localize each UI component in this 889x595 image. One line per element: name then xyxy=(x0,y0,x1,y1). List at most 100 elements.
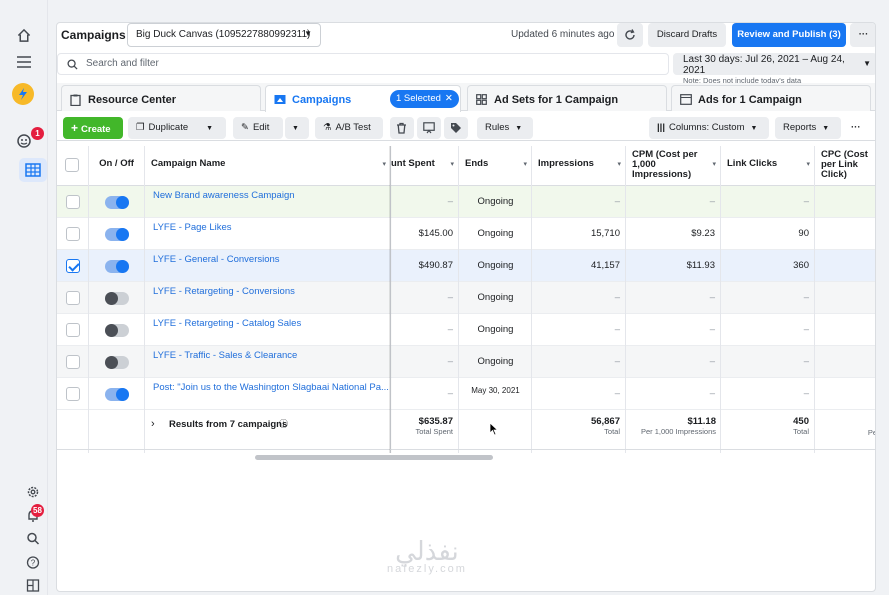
cell-ends: May 30, 2021 xyxy=(471,386,520,395)
header-link-clicks[interactable]: Link Clicks ▾ xyxy=(721,146,814,186)
close-icon[interactable]: ✕ xyxy=(445,93,453,104)
campaign-toggle[interactable] xyxy=(105,388,129,401)
row-checkbox[interactable] xyxy=(66,259,80,273)
cell-cpm: – xyxy=(709,324,715,335)
actions-toolbar: + Create ❐ Duplicate ▼ ✎ Edit ▼ ⚗ A/B Test Ru… xyxy=(57,115,875,141)
select-all-checkbox[interactable] xyxy=(65,158,79,172)
delete-button[interactable] xyxy=(390,117,414,139)
mouse-cursor-icon xyxy=(489,422,499,436)
row-checkbox[interactable] xyxy=(66,323,80,337)
row-checkbox[interactable] xyxy=(66,355,80,369)
totals-row: › Results from 7 campaigns ⓘ $635.87 Tot… xyxy=(57,410,875,450)
notifications-icon[interactable] xyxy=(16,133,32,152)
campaign-name-link[interactable]: LYFE - General - Conversions xyxy=(147,250,389,282)
columns-button[interactable]: ||| Columns: Custom ▼ xyxy=(649,117,769,139)
discard-drafts-button[interactable]: Discard Drafts xyxy=(648,23,726,47)
notifications-badge: 1 xyxy=(31,127,44,140)
tab-ad-sets[interactable]: Ad Sets for 1 Campaign xyxy=(467,85,667,111)
campaign-name-link[interactable]: Post: "Join us to the Washington Slagbaa… xyxy=(147,378,389,410)
account-selector[interactable]: Big Duck Canvas (1095227880992311) ▼ xyxy=(127,23,321,47)
cell-ends: Ongoing xyxy=(477,260,514,271)
row-checkbox[interactable] xyxy=(66,291,80,305)
refresh-button[interactable] xyxy=(617,23,643,47)
more-options-button[interactable]: ··· xyxy=(850,23,875,47)
settings-gear-icon[interactable] xyxy=(26,485,40,502)
rules-button[interactable]: Rules ▼ xyxy=(477,117,533,139)
header-label: Ends xyxy=(465,158,489,169)
total-clicks: 450 Total xyxy=(721,416,809,436)
cell-ends: Ongoing xyxy=(477,196,514,207)
row-checkbox[interactable] xyxy=(66,195,80,209)
header-impressions[interactable]: Impressions ▾ xyxy=(532,146,625,186)
home-icon[interactable] xyxy=(17,28,32,46)
cell-clicks: – xyxy=(803,356,809,367)
campaign-name-link[interactable]: LYFE - Retargeting - Conversions xyxy=(147,282,389,314)
create-button[interactable]: + Create xyxy=(63,117,123,139)
campaign-toggle[interactable] xyxy=(105,356,129,369)
total-spent-value: $635.87 xyxy=(418,416,453,427)
horizontal-scrollbar[interactable] xyxy=(255,455,493,460)
info-icon[interactable]: ⓘ xyxy=(279,417,288,430)
tab-ads[interactable]: Ads for 1 Campaign xyxy=(671,85,871,111)
total-cpc: Pe xyxy=(815,416,875,437)
cell-impressions: 41,157 xyxy=(590,260,620,271)
header-onoff[interactable]: On / Off xyxy=(89,146,144,186)
preview-button[interactable] xyxy=(417,117,441,139)
campaign-name-link[interactable]: LYFE - Traffic - Sales & Clearance xyxy=(147,346,389,378)
campaign-toggle[interactable] xyxy=(105,292,129,305)
review-publish-button[interactable]: Review and Publish (3) xyxy=(732,23,846,47)
edit-dropdown-button[interactable]: ▼ xyxy=(285,117,309,139)
header-amount-spent[interactable]: unt Spent ▾ xyxy=(391,146,458,186)
cell-ends: Ongoing xyxy=(477,292,514,303)
campaign-toggle[interactable] xyxy=(105,324,129,337)
cell-spent: $490.87 xyxy=(418,260,453,271)
cell-ends: Ongoing xyxy=(477,356,514,367)
duplicate-button[interactable]: ❐ Duplicate ▼ xyxy=(128,117,226,139)
campaign-name-link[interactable]: New Brand awareness Campaign xyxy=(147,186,389,218)
tag-button[interactable] xyxy=(444,117,468,139)
campaign-toggle[interactable] xyxy=(105,228,129,241)
menu-icon[interactable] xyxy=(17,56,31,71)
campaign-name-link[interactable]: LYFE - Page Likes xyxy=(147,218,389,250)
toolbar-more-button[interactable]: ··· xyxy=(847,117,871,139)
reports-button[interactable]: Reports ▼ xyxy=(775,117,841,139)
campaign-name-link[interactable]: LYFE - Retargeting - Catalog Sales xyxy=(147,314,389,346)
cell-spent: – xyxy=(447,388,453,399)
date-range-picker[interactable]: Last 30 days: Jul 26, 2021 – Aug 24, 202… xyxy=(673,53,875,85)
chevron-down-icon: ▼ xyxy=(750,125,758,132)
table-icon[interactable] xyxy=(25,163,41,180)
header-ends[interactable]: Ends ▾ xyxy=(459,146,531,186)
row-checkbox[interactable] xyxy=(66,227,80,241)
expand-chevron-icon[interactable]: › xyxy=(151,418,155,430)
ab-test-button[interactable]: ⚗ A/B Test xyxy=(315,117,383,139)
tab-label: Resource Center xyxy=(88,94,177,106)
selected-chip[interactable]: 1 Selected ✕ xyxy=(390,90,459,108)
header-label: Link Clicks xyxy=(727,158,778,169)
header-label: Impressions xyxy=(538,158,594,169)
tab-label: Campaigns xyxy=(292,94,352,106)
account-logo-icon[interactable] xyxy=(12,83,34,105)
campaign-toggle[interactable] xyxy=(105,196,129,209)
cell-cpm: – xyxy=(709,356,715,367)
columns-icon: ||| xyxy=(657,122,665,133)
cell-impressions: – xyxy=(614,324,620,335)
campaign-toggle[interactable] xyxy=(105,260,129,273)
header-cpm[interactable]: CPM (Cost per 1,000 Impressions) ▾ xyxy=(626,146,720,186)
edit-button[interactable]: ✎ Edit xyxy=(233,117,283,139)
tab-resource-center[interactable]: Resource Center xyxy=(61,85,261,111)
plus-icon: + xyxy=(71,121,79,135)
cell-impressions: – xyxy=(614,388,620,399)
row-checkbox[interactable] xyxy=(66,387,80,401)
search-filter-input[interactable]: Search and filter xyxy=(57,53,669,75)
report-icon[interactable] xyxy=(26,579,40,595)
cell-cpm: – xyxy=(709,388,715,399)
help-icon[interactable]: ? xyxy=(26,556,40,572)
header-cpc[interactable]: CPC (Cost per Link Click) xyxy=(815,146,875,186)
header-campaign-name[interactable]: Campaign Name ▾ xyxy=(145,146,390,186)
refresh-icon xyxy=(625,29,635,40)
selected-chip-label: 1 Selected xyxy=(396,93,441,104)
level-tabs: Resource Center Campaigns 1 Selected ✕ Ad… xyxy=(57,83,875,112)
search-icon[interactable] xyxy=(27,532,40,548)
toggle-knob xyxy=(116,196,129,209)
tab-campaigns[interactable]: Campaigns 1 Selected ✕ xyxy=(265,85,461,112)
